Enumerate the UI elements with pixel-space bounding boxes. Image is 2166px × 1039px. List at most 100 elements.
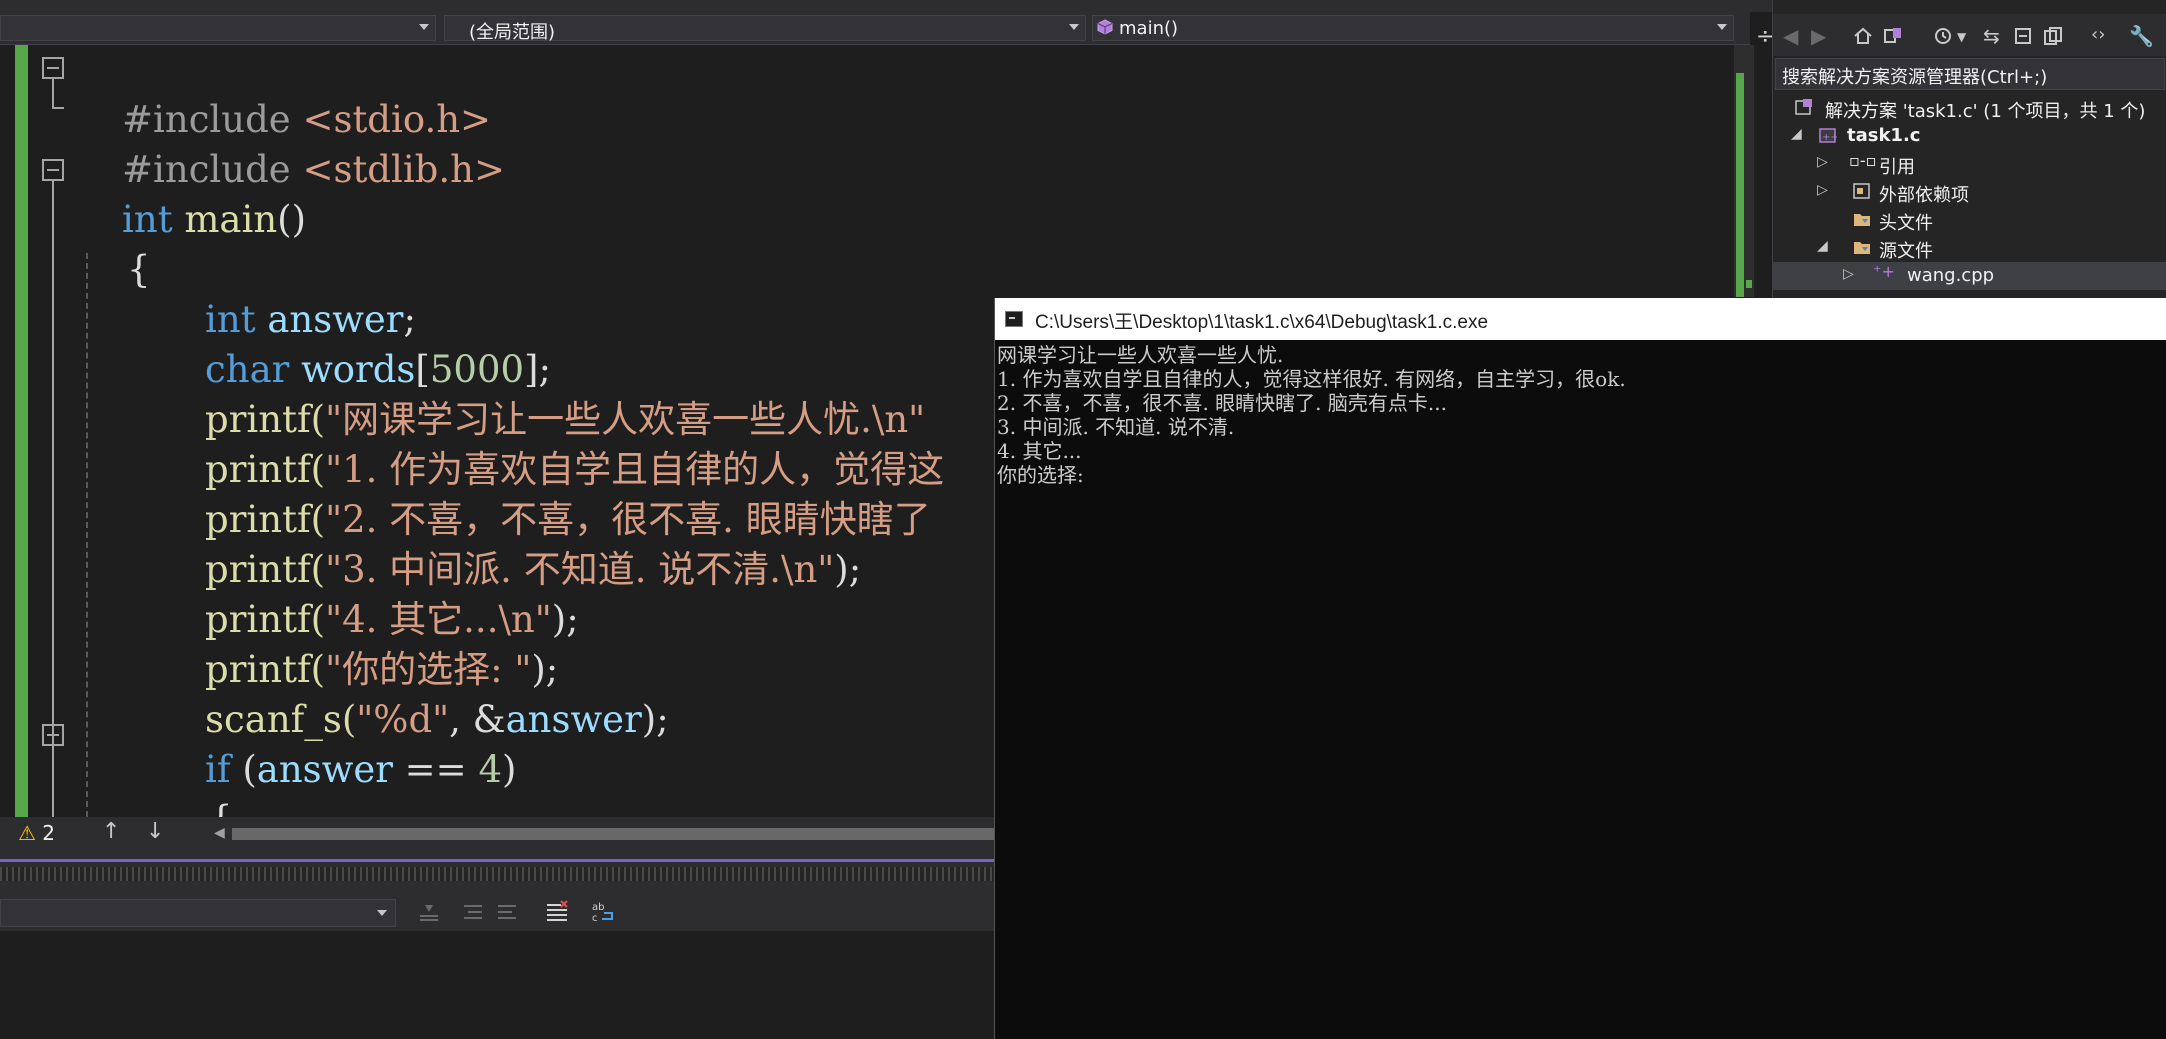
solution-explorer-toolbar	[1773, 14, 2166, 56]
external-dependencies-icon	[1853, 183, 1870, 199]
expand-arrow-icon[interactable]: ◢	[1817, 238, 1828, 254]
navigation-bar: (全局范围) main() ÷	[0, 12, 1774, 48]
forward-icon[interactable]: ▶	[1811, 24, 1826, 48]
word-wrap-icon[interactable]: abc	[590, 899, 616, 925]
console-line: 4. 其它...	[997, 439, 1082, 463]
console-line: 2. 不喜，不喜，很不喜. 眼睛快瞎了. 脑壳有点卡...	[997, 391, 1447, 415]
collapse-all-icon[interactable]	[2013, 26, 2033, 46]
scope-label: (全局范围)	[469, 22, 556, 43]
punct-token: ==	[392, 748, 479, 791]
identifier-token: answer	[256, 748, 393, 791]
scrollbar-thumb[interactable]	[232, 828, 994, 840]
tree-item-source-files[interactable]: 源文件	[1879, 237, 1933, 263]
switch-views-icon[interactable]	[1883, 26, 1903, 46]
console-line: 1. 作为喜欢自学且自律的人，觉得这样很好. 有网络，自主学习，很ok.	[997, 367, 1626, 391]
fold-collapse-icon[interactable]	[42, 724, 64, 746]
show-all-files-icon[interactable]	[2043, 26, 2063, 46]
punct-token: )	[502, 748, 517, 791]
svg-text:++: ++	[1822, 132, 1837, 143]
clear-all-icon[interactable]	[544, 899, 570, 925]
references-icon: ▫-▫	[1849, 151, 1877, 170]
collapsed-arrow-icon[interactable]: ▷	[1817, 182, 1828, 198]
svg-text:c: c	[592, 913, 598, 924]
filter-folder-icon	[1854, 242, 1870, 254]
editor-vertical-scrollbar[interactable]	[1734, 45, 1754, 297]
punct-token: );	[834, 548, 862, 591]
chevron-down-icon[interactable]: ▼	[1957, 30, 1966, 44]
properties-wrench-icon[interactable]: 🔧	[2129, 24, 2154, 48]
editor-horizontal-scrollbar[interactable]: ◀	[212, 825, 994, 841]
project-dropdown[interactable]	[0, 15, 436, 41]
output-source-dropdown[interactable]	[0, 899, 396, 927]
scroll-change-marker	[1736, 73, 1744, 297]
history-icon[interactable]	[1933, 26, 1953, 46]
change-tracking-bar	[15, 45, 28, 817]
console-title-bar[interactable]: C:\Users\王\Desktop\1\task1.c\x64\Debug\t…	[995, 298, 2166, 340]
fold-line	[52, 181, 54, 817]
number-token: 4	[478, 748, 502, 791]
code-line-4: {	[80, 195, 151, 345]
chevron-down-icon	[1069, 24, 1079, 30]
filter-folder-icon	[1854, 214, 1870, 226]
svg-text:ab: ab	[592, 902, 604, 913]
view-code-icon[interactable]: ‹›	[2091, 24, 2105, 45]
panel-grip[interactable]	[0, 867, 994, 881]
warning-icon: ⚠	[18, 821, 36, 845]
method-cube-icon	[1097, 19, 1113, 35]
identifier-token: answer	[505, 698, 642, 741]
back-icon[interactable]: ◀	[1783, 24, 1798, 48]
tree-item-project[interactable]: task1.c	[1847, 125, 1920, 146]
punct-token: );	[641, 698, 669, 741]
tree-item-header-files[interactable]: 头文件	[1879, 209, 1933, 235]
fold-line-end	[52, 107, 64, 109]
function-label: main()	[1119, 18, 1179, 39]
console-line: 你的选择:	[997, 463, 1084, 487]
warning-indicator[interactable]: ⚠ 2	[18, 821, 55, 845]
tree-item-references[interactable]: 引用	[1879, 153, 1915, 179]
chevron-down-icon	[377, 910, 387, 916]
search-placeholder: 搜索解决方案资源管理器(Ctrl+;)	[1782, 67, 2048, 88]
console-line: 网课学习让一些人欢喜一些人忧.	[997, 343, 1284, 367]
collapsed-arrow-icon[interactable]: ▷	[1843, 266, 1854, 282]
function-dropdown[interactable]: main()	[1092, 15, 1734, 41]
tree-item-external-deps[interactable]: 外部依赖项	[1879, 181, 1969, 207]
cpp-file-icon: ⁺+	[1873, 262, 1895, 281]
chevron-down-icon	[419, 24, 429, 30]
sync-icon[interactable]: ⇆	[1983, 24, 2000, 48]
project-icon: ++	[1819, 128, 1837, 143]
code-line-15: {	[162, 745, 233, 817]
function-token: main	[184, 198, 278, 241]
output-pane[interactable]	[0, 931, 994, 1039]
fold-collapse-icon[interactable]	[42, 159, 64, 181]
next-message-icon[interactable]	[494, 899, 520, 925]
include-path-token: <stdlib.h>	[302, 148, 505, 191]
scroll-change-marker	[1746, 280, 1752, 288]
home-icon[interactable]	[1853, 26, 1873, 46]
brace-token: {	[127, 248, 151, 291]
active-panel-accent	[0, 859, 994, 862]
console-app-icon	[1005, 311, 1023, 327]
collapsed-arrow-icon[interactable]: ▷	[1817, 154, 1828, 170]
previous-message-icon[interactable]	[460, 899, 486, 925]
console-line: 3. 中间派. 不知道. 说不清.	[997, 415, 1235, 439]
editor-status-row: ⚠ 2 ↑ ↓ ◀	[0, 817, 994, 851]
console-title: C:\Users\王\Desktop\1\task1.c\x64\Debug\t…	[1035, 312, 1489, 333]
solution-explorer: ◀ ▶ ▼ ⇆ ‹› 🔧 搜索解决方案资源管理器(Ctrl+;) 解决方案 't…	[1772, 0, 2166, 298]
arrow-down-icon[interactable]: ↓	[146, 819, 164, 844]
solution-search-input[interactable]: 搜索解决方案资源管理器(Ctrl+;)	[1775, 58, 2165, 90]
solution-icon	[1795, 99, 1812, 115]
scope-dropdown[interactable]: (全局范围)	[444, 15, 1086, 43]
chevron-down-icon	[1717, 24, 1727, 30]
top-strip	[0, 0, 1772, 12]
arrow-up-icon[interactable]: ↑	[102, 819, 120, 844]
scroll-left-icon[interactable]: ◀	[214, 825, 225, 841]
console-window[interactable]: C:\Users\王\Desktop\1\task1.c\x64\Debug\t…	[994, 298, 2166, 1039]
tree-item-solution[interactable]: 解决方案 'task1.c' (1 个项目，共 1 个)	[1825, 97, 2145, 123]
warning-count: 2	[42, 821, 56, 845]
tree-item-wang-cpp[interactable]: wang.cpp	[1907, 265, 1994, 286]
fold-line	[52, 79, 54, 109]
expand-arrow-icon[interactable]: ◢	[1791, 126, 1802, 142]
fold-collapse-icon[interactable]	[42, 57, 64, 79]
panel-splitter[interactable]	[0, 851, 994, 867]
find-message-icon[interactable]	[416, 899, 442, 925]
